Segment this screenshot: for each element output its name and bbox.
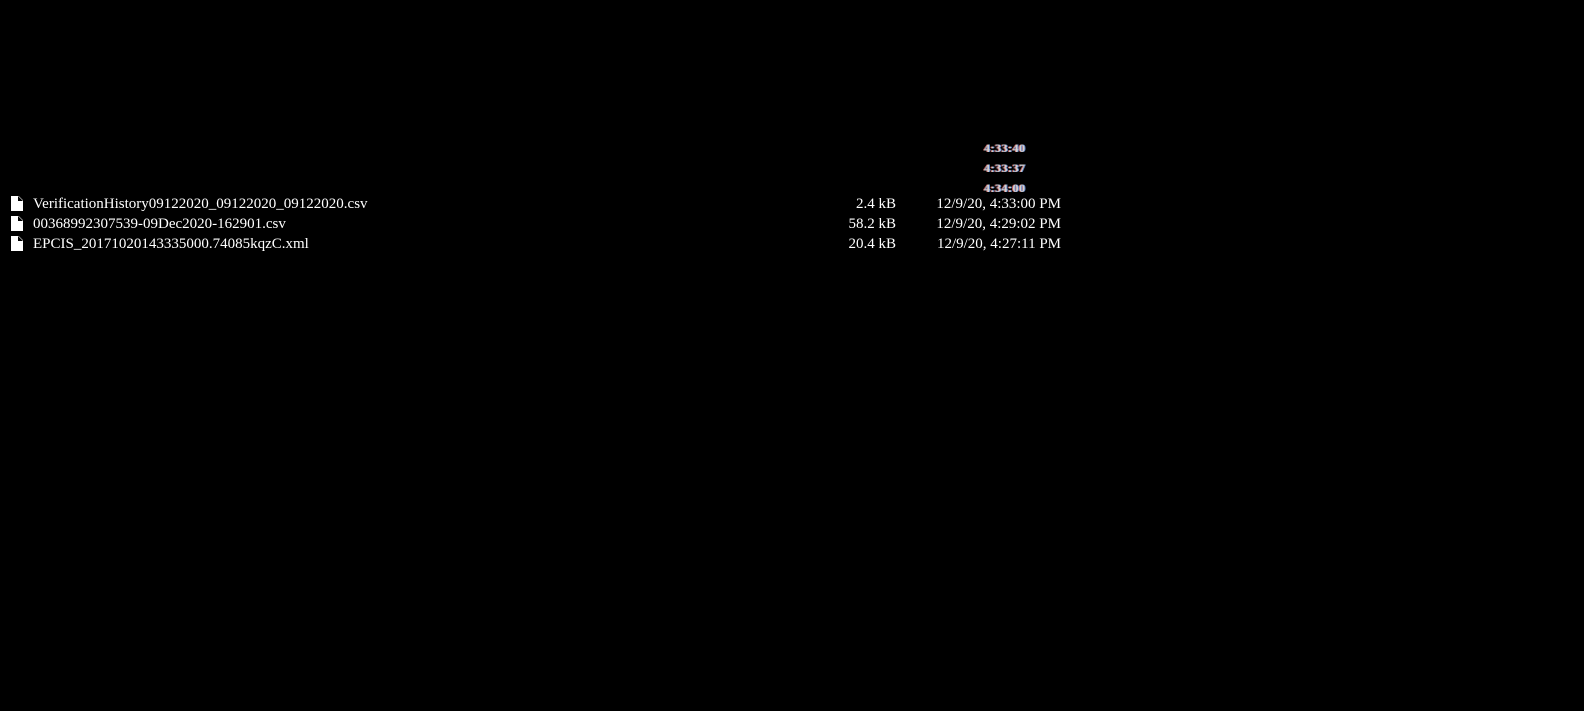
file-icon [11,236,23,251]
file-name[interactable]: 00368992307539-09Dec2020-162901.csv [33,215,286,233]
file-size: 20.4 kB [848,236,896,252]
file-list: VerificationHistory09122020_09122020_091… [0,194,1584,254]
file-icon [11,196,23,211]
file-icon [11,216,23,231]
file-modified-date: 12/9/20, 4:27:11 PM [936,236,1061,252]
file-size: 58.2 kB [848,216,896,232]
file-name[interactable]: EPCIS_20171020143335000.74085kqzC.xml [33,235,309,253]
file-row[interactable]: VerificationHistory09122020_09122020_091… [0,194,1584,214]
file-row[interactable]: EPCIS_20171020143335000.74085kqzC.xml 20… [0,234,1584,254]
ghost-time-label: 4:33:37 [984,161,1026,175]
ghost-time-label: 4:33:40 [984,141,1026,155]
file-row[interactable]: 00368992307539-09Dec2020-162901.csv 58.2… [0,214,1584,234]
file-modified-date: 12/9/20, 4:29:02 PM [936,216,1061,232]
file-name[interactable]: VerificationHistory09122020_09122020_091… [33,195,368,213]
file-size: 2.4 kB [855,196,896,212]
file-modified-date: 12/9/20, 4:33:00 PM [936,196,1061,212]
overlapping-time-labels: 4:33:40 4:33:37 4:34:00 [984,138,1044,198]
